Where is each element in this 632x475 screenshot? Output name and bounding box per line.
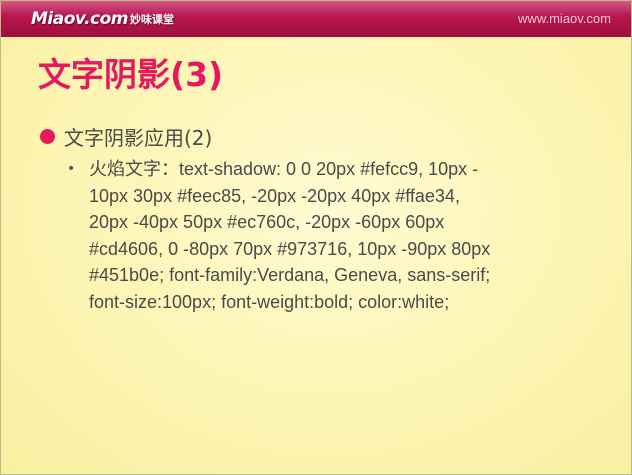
main-bullet-text: 文字阴影应用(2) (64, 125, 213, 150)
miaov-logo: Miaov.com 妙味课堂 (31, 8, 174, 30)
sub-bullet-line: font-size:100px; font-weight:bold; color… (89, 291, 450, 312)
sub-bullet-line: 10px 30px #feec85, -20px -20px 40px #ffa… (89, 185, 460, 206)
bullet-dot-icon (40, 128, 55, 144)
sub-bullet: • 火焰文字：text-shadow: 0 0 20px #fefcc9, 10… (67, 156, 597, 315)
sub-bullet-line: 火焰文字：text-shadow: 0 0 20px #fefcc9, 10px… (89, 159, 479, 179)
sub-bullet-line: 20px -40px 50px #ec760c, -20px -60px 60p… (89, 212, 445, 232)
slide-title: 文字阴影(3) (38, 55, 224, 94)
sub-bullet-dot-icon: • (67, 161, 76, 177)
site-url: www.miaov.com (518, 11, 611, 26)
sub-bullet-text: 火焰文字：text-shadow: 0 0 20px #fefcc9, 10px… (89, 156, 597, 315)
logo-text: Miaov.com (31, 9, 129, 29)
sub-bullet-line: #cd4606, 0 -80px 70px #973716, 10px -90p… (89, 238, 491, 259)
main-bullet: 文字阴影应用(2) (40, 121, 212, 151)
header-bar: Miaov.com 妙味课堂 www.miaov.com (1, 1, 631, 37)
sub-bullet-line: #451b0e; font-family:Verdana, Geneva, sa… (89, 265, 491, 285)
slide: Miaov.com 妙味课堂 www.miaov.com 文字阴影(3) 文字阴… (0, 0, 632, 475)
logo-chinese-text: 妙味课堂 (130, 13, 175, 26)
